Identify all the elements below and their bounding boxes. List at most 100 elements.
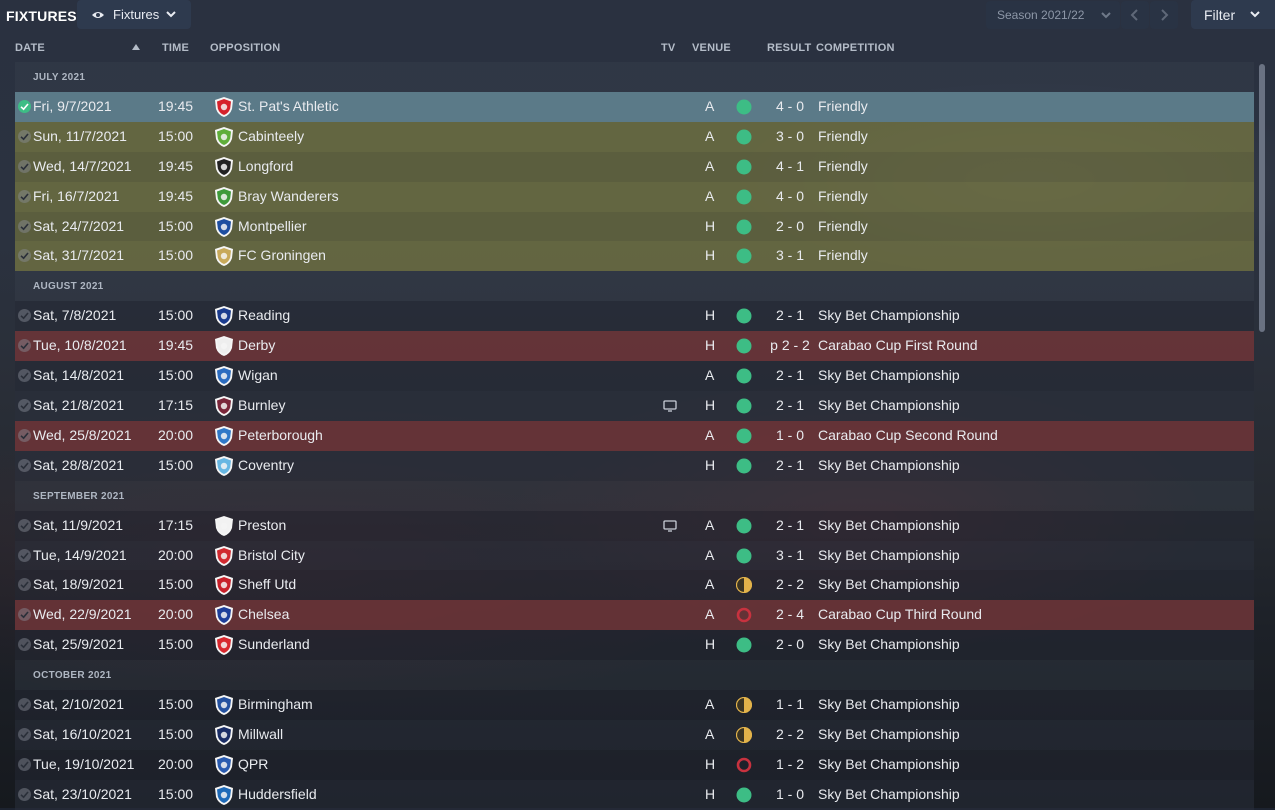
next-season-button[interactable]: [1150, 1, 1178, 29]
opposition-team-link[interactable]: Millwall: [238, 726, 283, 742]
fixture-competition[interactable]: Sky Bet Championship: [818, 696, 960, 712]
opposition-team-link[interactable]: QPR: [238, 756, 268, 772]
fixture-row[interactable]: Sat, 11/9/2021 17:15 Preston A 2 - 1 Sky Be…: [15, 510, 1254, 541]
fixture-competition[interactable]: Sky Bet Championship: [818, 307, 960, 323]
opposition-team-link[interactable]: FC Groningen: [238, 247, 326, 263]
fixture-competition[interactable]: Friendly: [818, 247, 868, 263]
fixture-result[interactable]: 2 - 1: [755, 517, 825, 533]
opposition-team-link[interactable]: Preston: [238, 517, 286, 533]
fixture-competition[interactable]: Sky Bet Championship: [818, 756, 960, 772]
fixture-result[interactable]: 2 - 1: [755, 457, 825, 473]
fixture-result[interactable]: 1 - 1: [755, 696, 825, 712]
opposition-team-link[interactable]: Birmingham: [238, 696, 313, 712]
fixture-row[interactable]: Sat, 7/8/2021 15:00 Reading H 2 - 1 Sky Bet …: [15, 301, 1254, 332]
fixture-row[interactable]: Wed, 25/8/2021 20:00 Peterborough A 1 - 0 Ca…: [15, 420, 1254, 451]
fixture-result[interactable]: 1 - 0: [755, 427, 825, 443]
fixture-row[interactable]: Wed, 22/9/2021 20:00 Chelsea A 2 - 4 Carabao…: [15, 600, 1254, 631]
opposition-team-link[interactable]: Montpellier: [238, 218, 306, 234]
fixture-competition[interactable]: Carabao Cup Second Round: [818, 427, 998, 443]
fixture-date: Sat, 25/9/2021: [33, 636, 125, 653]
fixture-competition[interactable]: Sky Bet Championship: [818, 367, 960, 383]
fixture-result[interactable]: 1 - 2: [755, 756, 825, 772]
filter-button[interactable]: Filter: [1191, 0, 1275, 29]
fixture-row[interactable]: Tue, 10/8/2021 19:45 Derby Hp 2 - 2 Carabao…: [15, 331, 1254, 362]
opposition-team-link[interactable]: Wigan: [238, 367, 278, 383]
fixture-row[interactable]: Tue, 14/9/2021 20:00 Bristol City A 3 - 1 Sk…: [15, 540, 1254, 571]
opposition-team-link[interactable]: Burnley: [238, 397, 285, 413]
fixture-result[interactable]: 2 - 4: [755, 606, 825, 622]
fixture-row[interactable]: Sat, 21/8/2021 17:15 Burnley H 2 - 1 Sky Be…: [15, 391, 1254, 421]
fixture-result[interactable]: 3 - 1: [755, 547, 825, 563]
view-dropdown[interactable]: Fixtures: [77, 0, 191, 29]
fixture-competition[interactable]: Friendly: [818, 98, 868, 114]
fixture-result[interactable]: 4 - 1: [755, 158, 825, 174]
fixture-competition[interactable]: Sky Bet Championship: [818, 397, 960, 413]
fixture-result[interactable]: 1 - 0: [755, 786, 825, 802]
fixture-competition[interactable]: Sky Bet Championship: [818, 726, 960, 742]
fixture-row[interactable]: Sat, 28/8/2021 15:00 Coventry H 2 - 1 Sky Be…: [15, 450, 1254, 481]
previous-season-button[interactable]: [1121, 1, 1149, 29]
fixture-row[interactable]: Fri, 9/7/2021 19:45 St. Pat's Athletic A 4 …: [15, 92, 1254, 122]
season-dropdown[interactable]: Season 2021/22: [986, 1, 1120, 29]
fixture-result[interactable]: 2 - 2: [755, 726, 825, 742]
red-crest-icon: [215, 97, 233, 117]
opposition-team-link[interactable]: Coventry: [238, 457, 294, 473]
fixture-result[interactable]: 2 - 1: [755, 367, 825, 383]
column-header-venue[interactable]: VENUE: [692, 42, 731, 54]
opposition-team-link[interactable]: Peterborough: [238, 427, 323, 443]
column-header-competition[interactable]: COMPETITION: [816, 42, 895, 54]
fixture-row[interactable]: Sat, 31/7/2021 15:00 FC Groningen H 3 - 1 Fr…: [15, 241, 1254, 272]
fixture-row[interactable]: Wed, 14/7/2021 19:45 Longford A 4 - 1 Friend…: [15, 151, 1254, 182]
opposition-team-link[interactable]: Huddersfield: [238, 786, 317, 802]
fixture-result[interactable]: 2 - 1: [755, 307, 825, 323]
opposition-team-link[interactable]: Bristol City: [238, 547, 305, 563]
column-header-time[interactable]: TIME: [162, 42, 189, 54]
fixture-result[interactable]: 2 - 0: [755, 636, 825, 652]
fixture-competition[interactable]: Carabao Cup Third Round: [818, 606, 982, 622]
fixture-competition[interactable]: Sky Bet Championship: [818, 547, 960, 563]
fixture-competition[interactable]: Sky Bet Championship: [818, 517, 960, 533]
fixture-result[interactable]: 3 - 1: [755, 247, 825, 263]
fixture-competition[interactable]: Friendly: [818, 188, 868, 204]
opposition-team-link[interactable]: Longford: [238, 158, 293, 174]
opposition-team-link[interactable]: Sunderland: [238, 636, 310, 652]
fixture-competition[interactable]: Sky Bet Championship: [818, 636, 960, 652]
opposition-team-link[interactable]: Chelsea: [238, 606, 289, 622]
fixture-competition[interactable]: Friendly: [818, 128, 868, 144]
fixture-row[interactable]: Sat, 18/9/2021 15:00 Sheff Utd A 2 - 2 Sky …: [15, 570, 1254, 601]
opposition-team-link[interactable]: Cabinteely: [238, 128, 304, 144]
fixture-result[interactable]: 4 - 0: [755, 98, 825, 114]
opposition-team-link[interactable]: Sheff Utd: [238, 576, 296, 592]
fixture-result[interactable]: 4 - 0: [755, 188, 825, 204]
fixture-result[interactable]: 3 - 0: [755, 128, 825, 144]
opposition-team-link[interactable]: Reading: [238, 307, 290, 323]
column-header-date[interactable]: DATE: [15, 42, 45, 54]
fixture-row[interactable]: Sat, 14/8/2021 15:00 Wigan A 2 - 1 Sky Bet C…: [15, 361, 1254, 392]
scrollbar[interactable]: [1259, 64, 1265, 332]
fixture-result[interactable]: 2 - 0: [755, 218, 825, 234]
column-header-result[interactable]: RESULT: [767, 42, 811, 54]
fixture-row[interactable]: Sat, 16/10/2021 15:00 Millwall A 2 - 2 Sky …: [15, 720, 1254, 750]
fixture-competition[interactable]: Sky Bet Championship: [818, 786, 960, 802]
opposition-team-link[interactable]: Derby: [238, 337, 275, 353]
fixture-row[interactable]: Sat, 24/7/2021 15:00 Montpellier H 2 - 0 Fri…: [15, 211, 1254, 242]
fixture-row[interactable]: Sun, 11/7/2021 15:00 Cabinteely A 3 - 0 Frie…: [15, 121, 1254, 152]
fixture-competition[interactable]: Sky Bet Championship: [818, 457, 960, 473]
opposition-team-link[interactable]: Bray Wanderers: [238, 188, 339, 204]
fixture-row[interactable]: Tue, 19/10/2021 20:00 QPR H 1 - 2 Sky Bet Ch…: [15, 749, 1254, 780]
fixture-competition[interactable]: Friendly: [818, 218, 868, 234]
fixture-competition[interactable]: Friendly: [818, 158, 868, 174]
fixture-competition[interactable]: Carabao Cup First Round: [818, 337, 978, 353]
fixture-row[interactable]: Sat, 23/10/2021 15:00 Huddersfield H 1 - 0S…: [15, 779, 1254, 810]
opposition-team-link[interactable]: St. Pat's Athletic: [238, 98, 339, 114]
column-header-tv[interactable]: TV: [661, 42, 675, 54]
fixture-row[interactable]: Sat, 2/10/2021 15:00 Birmingham A 1 - 1 Sky…: [15, 690, 1254, 721]
column-header-opposition[interactable]: OPPOSITION: [210, 42, 280, 54]
fixture-row[interactable]: Fri, 16/7/2021 19:45 Bray Wanderers A 4 - 0…: [15, 181, 1254, 212]
fixture-result[interactable]: 2 - 1: [755, 397, 825, 413]
fixture-result[interactable]: p 2 - 2: [755, 337, 825, 353]
fixture-date: Sat, 7/8/2021: [33, 307, 117, 324]
fixture-result[interactable]: 2 - 2: [755, 576, 825, 592]
fixture-row[interactable]: Sat, 25/9/2021 15:00 Sunderland H 2 - 0 Sky …: [15, 630, 1254, 661]
fixture-competition[interactable]: Sky Bet Championship: [818, 576, 960, 592]
